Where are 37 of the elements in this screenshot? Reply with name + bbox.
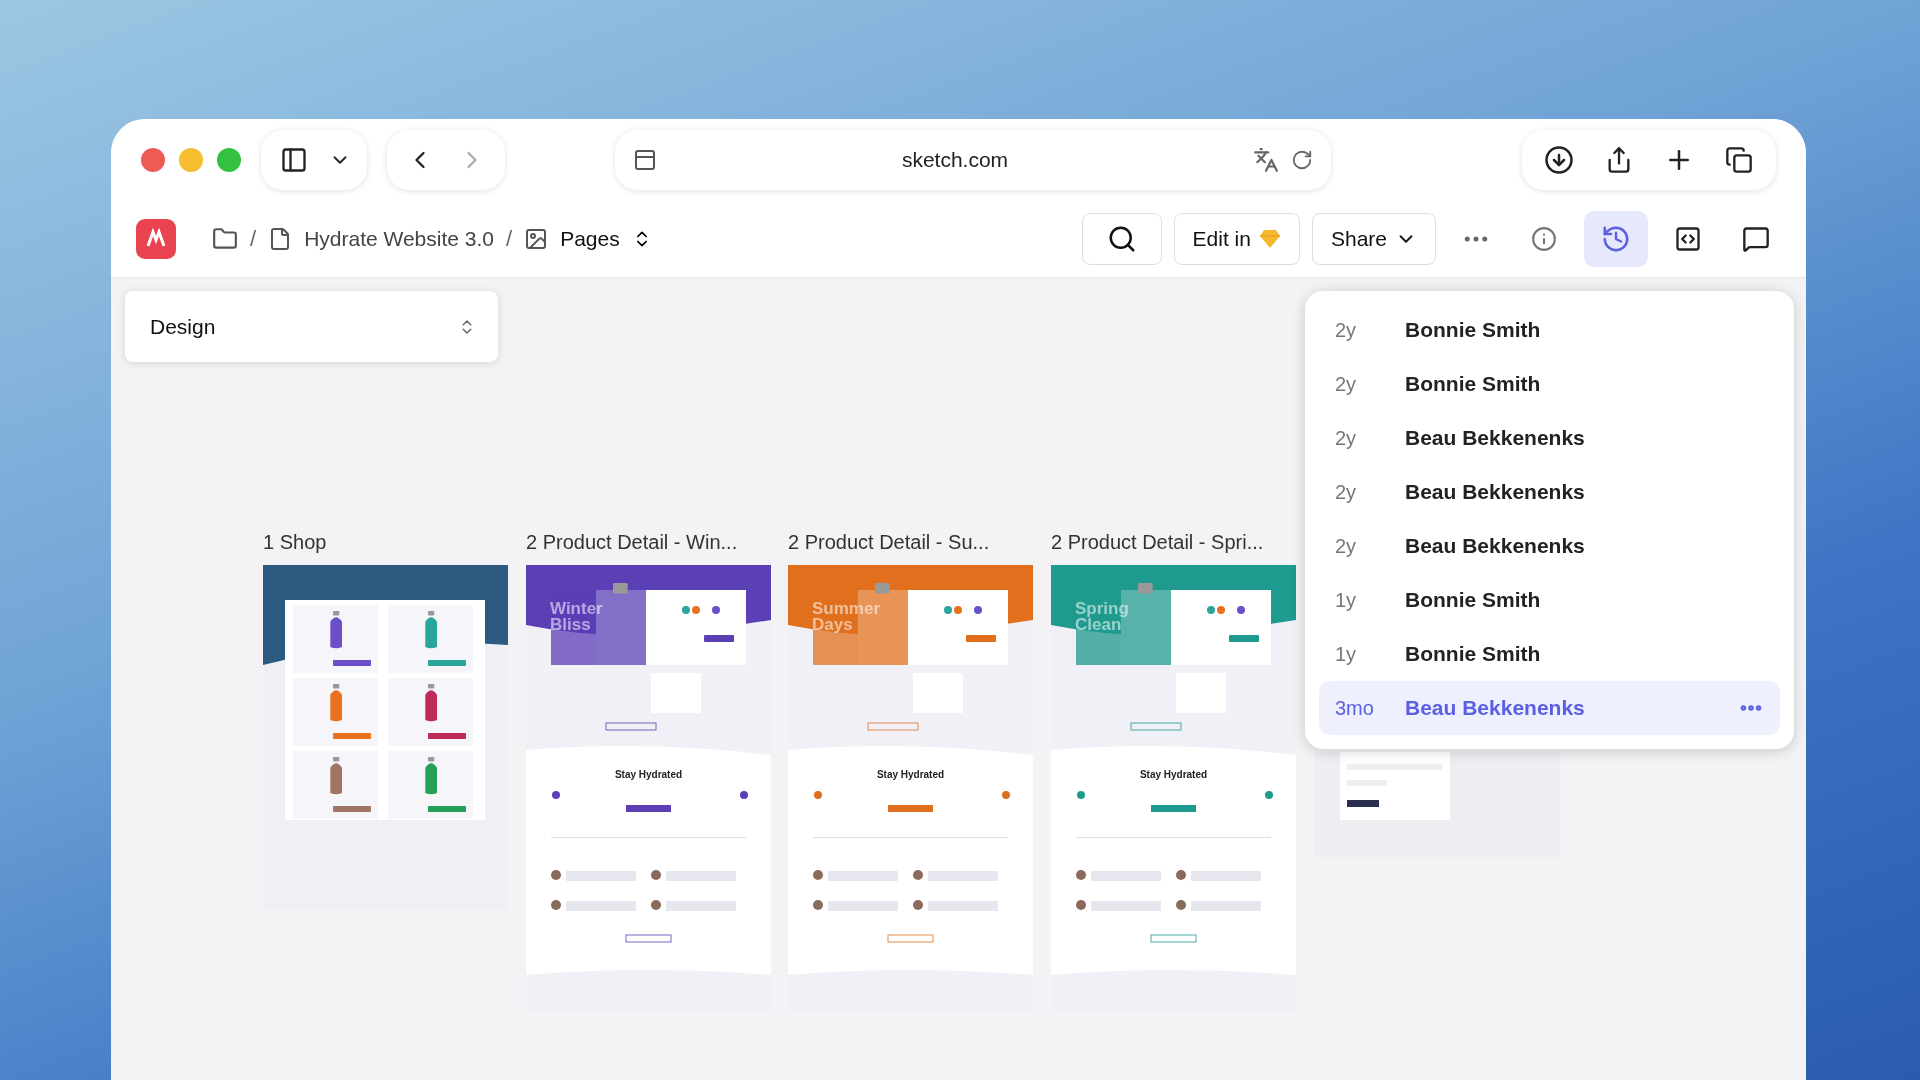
history-item[interactable]: 2y Beau Bekkenenks [1319,465,1780,519]
history-item[interactable]: 2y Bonnie Smith [1319,357,1780,411]
hero-title: Summer Days [812,601,882,633]
address-text: sketch.com [900,148,1010,172]
app-logo[interactable] [136,219,176,259]
section-title: Stay Hydrated [1138,769,1209,780]
breadcrumb-separator: / [250,226,257,252]
edit-in-button[interactable]: Edit in [1173,213,1300,265]
history-item[interactable]: 2y Beau Bekkenenks [1319,519,1780,573]
close-button[interactable] [141,148,165,172]
share-button[interactable]: Share [1311,213,1436,265]
search-button[interactable] [1081,213,1162,265]
translate-icon[interactable] [1253,147,1279,173]
address-bar[interactable]: sketch.com [615,130,1331,190]
artboard-label[interactable]: 2 Product Detail - Spri... [1051,531,1264,553]
gem-icon [1258,229,1281,249]
history-item[interactable]: 2y Beau Bekkenenks [1319,411,1780,465]
artboard-label[interactable]: 2 Product Detail - Win... [526,531,738,553]
history-item[interactable]: 3mo Beau Bekkenenks [1319,681,1780,735]
history-item[interactable]: 1y Bonnie Smith [1319,627,1780,681]
hero-title: Winter Bliss [550,601,604,633]
artboard-label[interactable]: 2 Product Detail - Su... [788,531,990,553]
section-title: Stay Hydrated [613,769,684,780]
section-title: Stay Hydrated [875,769,946,780]
hero-title: Spring Clean [1075,601,1130,633]
pages-label[interactable]: Pages [560,227,620,251]
history-icon[interactable] [1584,211,1648,267]
reload-icon[interactable] [1291,149,1313,171]
history-item[interactable]: 2y Bonnie Smith [1319,303,1780,357]
history-item[interactable]: 1y Bonnie Smith [1319,573,1780,627]
breadcrumb-separator: / [506,226,513,252]
folder-icon[interactable] [212,226,238,252]
pages-icon [524,227,549,251]
page-selector[interactable]: Design [125,291,498,362]
page-menu-icon[interactable] [633,148,657,172]
artboard-label[interactable]: 1 Shop [263,531,327,553]
project-name[interactable]: Hydrate Website 3.0 [304,227,494,251]
